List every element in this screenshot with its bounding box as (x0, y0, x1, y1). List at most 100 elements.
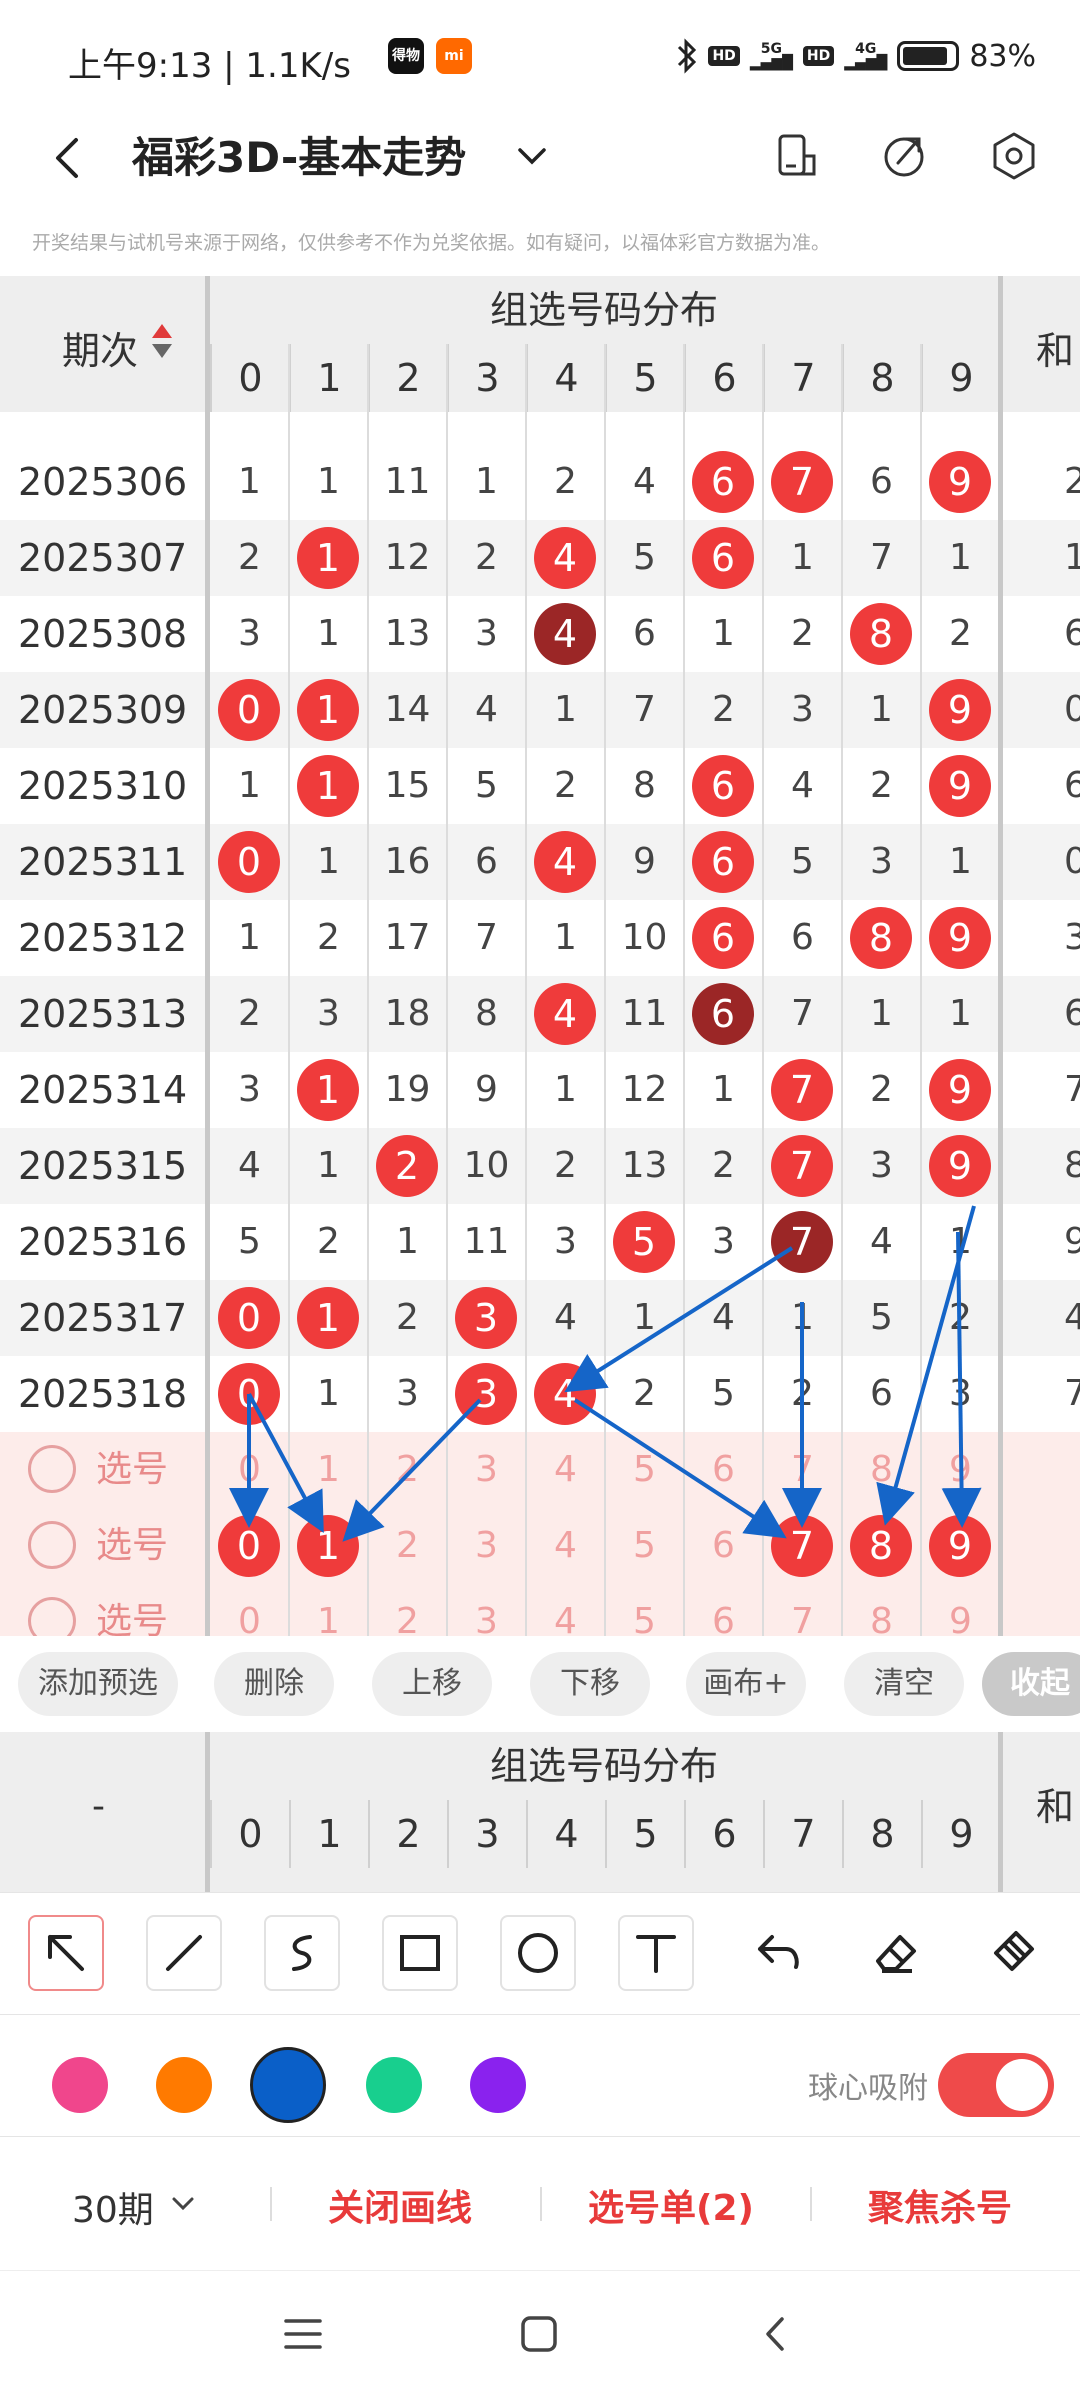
periods-selector[interactable]: 30期 (72, 2181, 154, 2233)
home-icon[interactable] (516, 2311, 562, 2357)
add-preselect-button[interactable]: 添加预选 (18, 1652, 178, 1716)
table-row[interactable]: 2025318 0 1 3 3 4 2 5 2 6 3 7 (0, 1356, 1080, 1432)
selectable-number[interactable]: 4 (526, 1508, 605, 1584)
miss-count-cell: 2 (554, 461, 577, 502)
canvas-plus-button[interactable]: 画布+ (686, 1652, 806, 1716)
table-row[interactable]: 2025317 0 1 2 3 4 1 4 1 5 2 4 (0, 1280, 1080, 1356)
selectable-number[interactable]: 3 (447, 1432, 526, 1508)
color-swatch-pink[interactable] (52, 2057, 108, 2113)
table-row[interactable]: 2025310 1 1 15 5 2 8 6 4 2 9 6 (0, 748, 1080, 824)
selected-number-ball[interactable]: 1 (297, 1515, 359, 1577)
selected-number-ball[interactable]: 9 (929, 1515, 991, 1577)
clear-button[interactable]: 清空 (844, 1652, 964, 1716)
color-swatch-purple[interactable] (470, 2057, 526, 2113)
selectable-number[interactable]: 0 (210, 1584, 289, 1636)
selected-number-ball[interactable]: 7 (771, 1515, 833, 1577)
selectable-number[interactable]: 9 (921, 1584, 1000, 1636)
color-swatch-orange[interactable] (156, 2057, 212, 2113)
selectable-number[interactable]: 4 (526, 1584, 605, 1636)
table-row[interactable]: 2025309 0 1 14 4 1 7 2 3 1 9 0 (0, 672, 1080, 748)
selectable-number[interactable]: 3 (447, 1584, 526, 1636)
snap-toggle[interactable] (938, 2053, 1054, 2117)
back-icon[interactable] (44, 128, 94, 188)
sum-cell: 3 (1064, 917, 1080, 958)
selectable-number[interactable]: 2 (368, 1432, 447, 1508)
selectable-number[interactable]: 6 (684, 1584, 763, 1636)
miss-count-cell: 1 (633, 1297, 656, 1338)
digit-header-4: 4 (526, 1800, 605, 1868)
chevron-down-icon[interactable] (510, 134, 554, 178)
curve-tool[interactable] (264, 1915, 340, 1991)
pick-row[interactable]: 选号 0 1 2 3 4 5 6 7 8 9 (0, 1432, 1080, 1508)
delete-button[interactable]: 删除 (214, 1652, 334, 1716)
rectangle-tool[interactable] (382, 1915, 458, 1991)
pick-radio[interactable] (28, 1445, 76, 1493)
text-tool[interactable] (618, 1915, 694, 1991)
close-lines-button[interactable]: 关闭画线 (328, 2179, 472, 2231)
back-nav-icon[interactable] (754, 2311, 800, 2357)
number-ball: 6 (692, 527, 754, 589)
selectable-number[interactable]: 5 (605, 1508, 684, 1584)
table-row[interactable]: 2025306 1 1 11 1 2 4 6 7 6 9 2 (0, 444, 1080, 520)
selectable-number[interactable]: 5 (605, 1584, 684, 1636)
collapse-button[interactable]: 收起 (982, 1652, 1080, 1716)
selectable-number[interactable]: 0 (210, 1432, 289, 1508)
selectable-number[interactable]: 8 (842, 1432, 921, 1508)
table-row[interactable]: 2025313 2 3 18 8 4 11 6 7 1 1 6 (0, 976, 1080, 1052)
selectable-number[interactable]: 7 (763, 1584, 842, 1636)
menu-icon[interactable] (280, 2311, 326, 2357)
selectable-number[interactable]: 6 (684, 1432, 763, 1508)
color-swatch-green[interactable] (366, 2057, 422, 2113)
selectable-number[interactable]: 2 (368, 1584, 447, 1636)
selectable-number[interactable]: 8 (842, 1584, 921, 1636)
selectable-number[interactable]: 7 (763, 1432, 842, 1508)
color-swatch-blue[interactable] (250, 2047, 326, 2123)
move-down-button[interactable]: 下移 (530, 1652, 650, 1716)
phone-layout-icon[interactable] (766, 126, 826, 186)
table-row[interactable]: 2025308 3 1 13 3 4 6 1 2 8 2 6 (0, 596, 1080, 672)
selectable-number[interactable]: 5 (605, 1432, 684, 1508)
miss-count-cell: 16 (384, 841, 431, 882)
table-row[interactable]: 2025307 2 1 12 2 4 5 6 1 7 1 1 (0, 520, 1080, 596)
selectable-number[interactable]: 1 (289, 1584, 368, 1636)
selectable-number[interactable]: 4 (526, 1432, 605, 1508)
miss-count-cell: 7 (633, 689, 656, 730)
selected-number-ball[interactable]: 8 (850, 1515, 912, 1577)
chevron-down-icon[interactable] (168, 2189, 198, 2219)
page-title[interactable]: 福彩3D-基本走势 (132, 128, 466, 188)
selectable-number[interactable]: 6 (684, 1508, 763, 1584)
miss-count-cell: 6 (633, 613, 656, 654)
move-up-button[interactable]: 上移 (372, 1652, 492, 1716)
selected-number-ball[interactable]: 0 (218, 1515, 280, 1577)
table-row[interactable]: 2025315 4 1 2 10 2 13 2 7 3 9 8 (0, 1128, 1080, 1204)
trend-table: 期次 组选号码分布 0123456789 和 2025306 1 1 11 1 2 4 6 7 6… (0, 276, 1080, 1636)
table-row[interactable]: 2025311 0 1 16 6 4 9 6 5 3 1 0 (0, 824, 1080, 900)
table-row[interactable]: 2025314 3 1 19 9 1 12 1 7 2 9 7 (0, 1052, 1080, 1128)
settings-icon[interactable] (984, 126, 1044, 186)
focus-kill-button[interactable]: 聚焦杀号 (868, 2179, 1012, 2231)
miss-count-cell: 7 (791, 993, 814, 1034)
selectable-number[interactable]: 9 (921, 1432, 1000, 1508)
table-row[interactable]: 2025316 5 2 1 11 3 5 3 7 4 1 9 (0, 1204, 1080, 1280)
circle-tool[interactable] (500, 1915, 576, 1991)
undo-button[interactable] (740, 1915, 816, 1991)
selectable-number[interactable]: 1 (289, 1432, 368, 1508)
sum-cell: 9 (1064, 1221, 1080, 1262)
selectable-number[interactable]: 2 (368, 1508, 447, 1584)
eraser-button[interactable] (858, 1915, 934, 1991)
share-icon[interactable] (874, 126, 934, 186)
selectable-number[interactable]: 3 (447, 1508, 526, 1584)
period-cell: 2025315 (18, 1144, 188, 1188)
pick-row[interactable]: 选号 0 1 2 3 4 5 6 7 8 9 (0, 1584, 1080, 1636)
pick-radio[interactable] (28, 1597, 76, 1636)
line-tool[interactable] (146, 1915, 222, 1991)
table-row[interactable]: 2025312 1 2 17 7 1 10 6 6 8 9 3 (0, 900, 1080, 976)
clear-brush-button[interactable] (976, 1915, 1052, 1991)
column-divider (683, 344, 685, 1636)
pick-row[interactable]: 选号 0 1 2 3 4 5 6 7 8 9 (0, 1508, 1080, 1584)
sort-down-icon (152, 344, 172, 358)
arrow-tool[interactable] (28, 1915, 104, 1991)
pick-radio[interactable] (28, 1521, 76, 1569)
period-header-cell[interactable]: 期次 (0, 276, 205, 412)
selection-list-button[interactable]: 选号单(2) (588, 2179, 754, 2231)
